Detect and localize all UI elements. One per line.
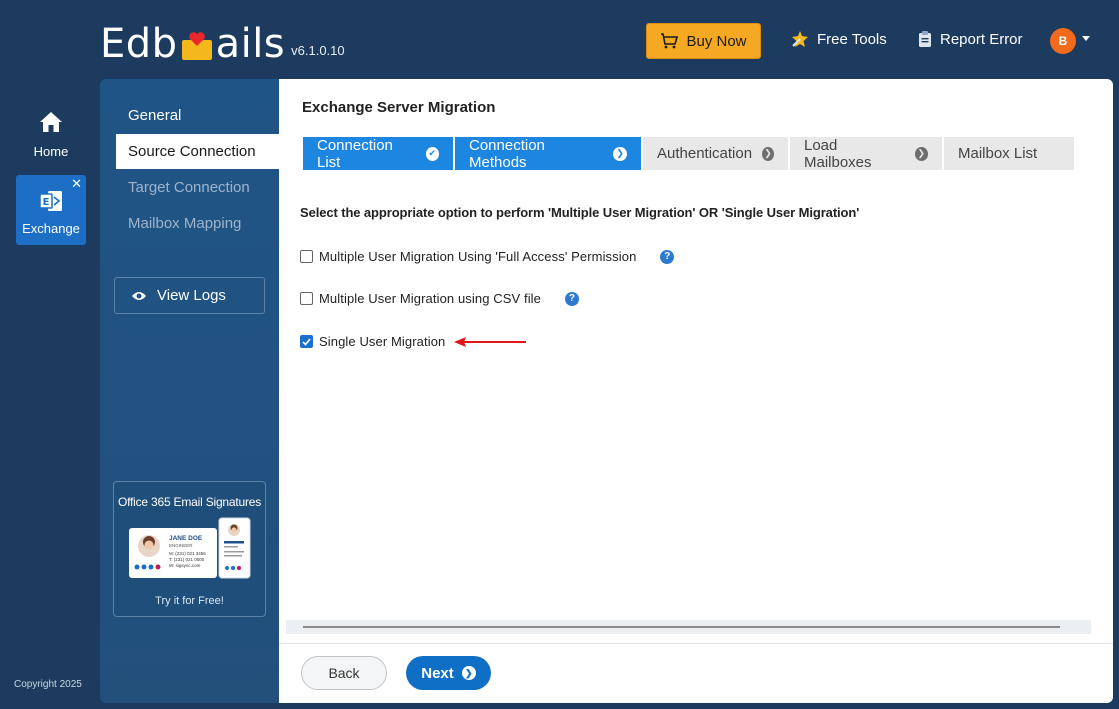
wizard-steps: Connection List ✔ Connection Methods ❯ A… <box>303 136 1074 171</box>
rail-exchange-label: Exchange <box>22 221 80 236</box>
rail-exchange[interactable]: ✕ E Exchange <box>16 175 86 245</box>
help-icon[interactable]: ? <box>660 249 675 264</box>
next-button[interactable]: Next ❯ <box>406 656 491 690</box>
app-version: v6.1.0.10 <box>291 43 345 58</box>
promo-card-m: M: (231) 021 3456 <box>169 551 206 556</box>
option-label: Multiple User Migration Using 'Full Acce… <box>319 249 637 264</box>
buy-now-label: Buy Now <box>686 32 747 50</box>
option-single-user[interactable]: Single User Migration <box>300 334 527 349</box>
app-logo: Edb ails v6.1.0.10 <box>100 18 345 66</box>
main-panel: Exchange Server Migration Connection Lis… <box>279 79 1113 703</box>
sidebar-item-general[interactable]: General <box>116 98 279 133</box>
option-full-access[interactable]: Multiple User Migration Using 'Full Acce… <box>300 249 675 264</box>
exchange-icon: E <box>39 191 62 211</box>
chevron-right-circle-icon: ❯ <box>613 146 627 161</box>
buy-now-button[interactable]: Buy Now <box>646 23 761 59</box>
page-title: Exchange Server Migration <box>302 99 496 116</box>
svg-text:E: E <box>43 197 50 208</box>
rail-home-label: Home <box>33 144 69 159</box>
step-label: Load Mailboxes <box>804 136 872 171</box>
tools-icon <box>792 31 808 47</box>
checkbox-single-user[interactable] <box>300 335 313 348</box>
option-label: Multiple User Migration using CSV file <box>319 291 541 306</box>
step-label: Mailbox List <box>958 145 1038 162</box>
logo-prefix: Edb <box>100 21 178 67</box>
promo-card-name: JANE DOE <box>169 535 203 542</box>
help-icon[interactable]: ? <box>565 291 579 306</box>
rail-home[interactable]: Home <box>16 110 86 166</box>
chevron-right-circle-icon: ❯ <box>914 146 928 161</box>
promo-title: Office 365 Email Signatures <box>117 495 262 509</box>
red-arrow-annotation <box>454 336 527 347</box>
next-label: Next <box>421 664 454 682</box>
report-error-label: Report Error <box>940 30 1023 48</box>
free-tools-link[interactable]: Free Tools <box>791 30 887 48</box>
step-connection-methods[interactable]: Connection Methods ❯ <box>455 136 641 171</box>
option-csv-file[interactable]: Multiple User Migration using CSV file ? <box>300 291 579 306</box>
sidebar-item-source-connection[interactable]: Source Connection <box>116 134 279 169</box>
step-mailbox-list: Mailbox List <box>944 137 1074 170</box>
chevron-right-circle-icon: ❯ <box>461 666 476 680</box>
checkmark-icon <box>302 337 311 346</box>
footer-divider <box>279 643 1113 644</box>
horizontal-scrollbar[interactable] <box>286 620 1091 634</box>
signature-card-illustration: JANE DOE ENGINEER M: (231) 021 3456 T: (… <box>128 517 250 579</box>
back-button[interactable]: Back <box>301 656 387 690</box>
report-error-link[interactable]: Report Error <box>918 30 1023 48</box>
view-logs-label: View Logs <box>157 287 226 304</box>
scrollbar-thumb[interactable] <box>303 626 1060 628</box>
close-icon[interactable]: ✕ <box>71 176 82 192</box>
checkbox-csv-file[interactable] <box>300 292 313 305</box>
eye-icon <box>132 291 146 300</box>
logo-suffix: ails <box>215 21 286 67</box>
chevron-right-circle-icon: ❯ <box>762 146 774 161</box>
promo-try-free-link[interactable]: Try it for Free! <box>114 595 265 607</box>
clipboard-icon <box>919 31 931 47</box>
step-label: Connection List <box>317 136 393 171</box>
home-icon <box>40 112 62 132</box>
check-circle-icon: ✔ <box>425 146 439 161</box>
cart-icon <box>661 33 679 49</box>
instruction-text: Select the appropriate option to perform… <box>300 205 860 220</box>
chevron-down-icon[interactable] <box>1082 36 1090 41</box>
step-label: Authentication <box>657 145 753 162</box>
option-label: Single User Migration <box>319 334 446 349</box>
logo-envelope-icon <box>179 30 215 60</box>
checkbox-full-access[interactable] <box>300 250 313 263</box>
free-tools-label: Free Tools <box>817 30 887 48</box>
sidebar: General Source Connection Target Connect… <box>100 79 279 703</box>
step-load-mailboxes: Load Mailboxes ❯ <box>790 136 942 171</box>
step-label: Connection Methods <box>469 136 545 171</box>
back-label: Back <box>328 665 360 681</box>
promo-card-w: W: sigsync.com <box>169 563 201 568</box>
step-connection-list[interactable]: Connection List ✔ <box>303 136 453 171</box>
promo-card-role: ENGINEER <box>169 543 193 548</box>
sidebar-item-target-connection: Target Connection <box>128 179 250 196</box>
sidebar-item-mailbox-mapping: Mailbox Mapping <box>128 215 242 232</box>
view-logs-button[interactable]: View Logs <box>114 277 265 314</box>
step-authentication: Authentication ❯ <box>643 137 788 170</box>
copyright-text: Copyright 2025 <box>14 679 82 690</box>
email-signatures-promo[interactable]: Office 365 Email Signatures JANE DOE ENG… <box>113 481 266 617</box>
promo-card-t: T: (231) 021 0000 <box>169 557 205 562</box>
user-avatar[interactable]: B <box>1050 28 1076 54</box>
